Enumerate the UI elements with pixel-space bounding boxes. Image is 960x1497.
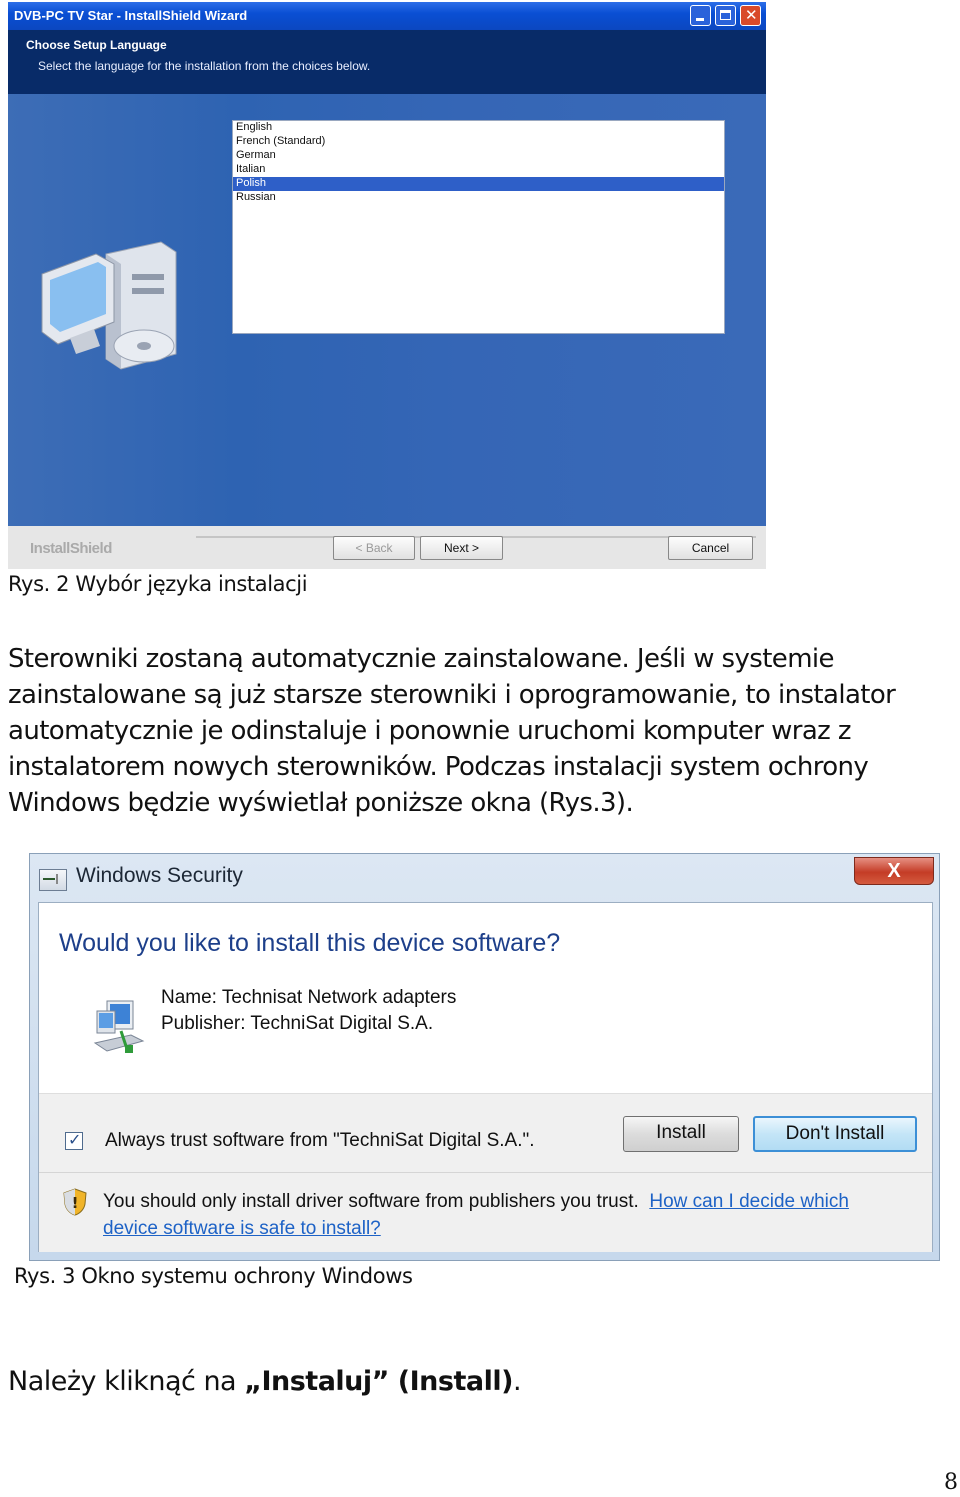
wizard-body: English French (Standard) German Italian Pol… [8,94,766,526]
always-trust-label[interactable]: Always trust software from "TechniSat Di… [105,1130,535,1152]
warning-message: You should only install driver software … [103,1188,903,1242]
dont-install-button[interactable]: Don't Install [753,1116,917,1152]
device-publisher: Publisher: TechniSat Digital S.A. [161,1013,434,1034]
language-option[interactable]: English [233,121,724,135]
close-button[interactable]: X [854,857,934,885]
next-button[interactable]: Next > [420,536,503,560]
wizard-titlebar[interactable]: DVB-PC TV Star - InstallShield Wizard ✕ [8,2,766,30]
windows-security-dialog: Windows Security X Would you like to ins… [29,853,940,1261]
language-option[interactable]: Russian [233,191,724,205]
language-list[interactable]: English French (Standard) German Italian Pol… [232,120,725,334]
language-option[interactable]: Polish [233,177,724,191]
wizard-footer: InstallShield < Back Next > Cancel [8,526,766,569]
wizard-title: DVB-PC TV Star - InstallShield Wizard [14,8,248,23]
install-question: Would you like to install this device so… [59,929,561,957]
close-icon[interactable]: ✕ [740,5,761,26]
dialog-content: Would you like to install this device so… [38,902,933,1252]
svg-text:!: ! [72,1194,79,1212]
warning-text: You should only install driver software … [103,1191,639,1212]
computer-cd-icon [41,241,177,370]
instruction-line: Należy kliknąć na „Instaluj” (Install). [8,1366,522,1397]
figure-caption-2: Rys. 2 Wybór języka instalacji [8,572,308,596]
wizard-heading: Choose Setup Language [26,38,167,52]
install-button[interactable]: Install [623,1116,739,1152]
instruction-suffix: . [512,1366,522,1397]
minimize-icon[interactable] [690,5,711,26]
figure-caption-3: Rys. 3 Okno systemu ochrony Windows [14,1264,413,1288]
back-button[interactable]: < Back [333,536,415,560]
language-option[interactable]: German [233,149,724,163]
divider [39,1172,932,1173]
installshield-wizard-window: DVB-PC TV Star - InstallShield Wizard ✕ … [8,2,766,569]
instruction-emphasis: „Instaluj” (Install) [244,1366,513,1397]
cancel-button[interactable]: Cancel [668,536,753,560]
window-app-icon [39,869,67,891]
dialog-title: Windows Security [76,864,243,887]
installshield-logo: InstallShield [30,540,112,557]
wizard-header: Choose Setup Language Select the languag… [8,30,766,94]
always-trust-checkbox[interactable]: ✓ [65,1130,83,1150]
body-paragraph: Sterowniki zostaną automatycznie zainsta… [8,644,896,818]
language-option[interactable]: Italian [233,163,724,177]
language-option[interactable]: French (Standard) [233,135,724,149]
instruction-prefix: Należy kliknąć na [8,1366,245,1397]
page-number: 8 [944,1470,958,1495]
network-adapter-icon [93,1000,145,1053]
device-name: Name: Technisat Network adapters [161,987,457,1008]
warning-shield-icon: ! [63,1188,87,1216]
maximize-icon[interactable] [715,5,736,26]
dialog-action-area: ✓ Always trust software from "TechniSat … [39,1093,932,1252]
checkmark-icon: ✓ [68,1130,82,1149]
wizard-subheading: Select the language for the installation… [38,59,371,73]
